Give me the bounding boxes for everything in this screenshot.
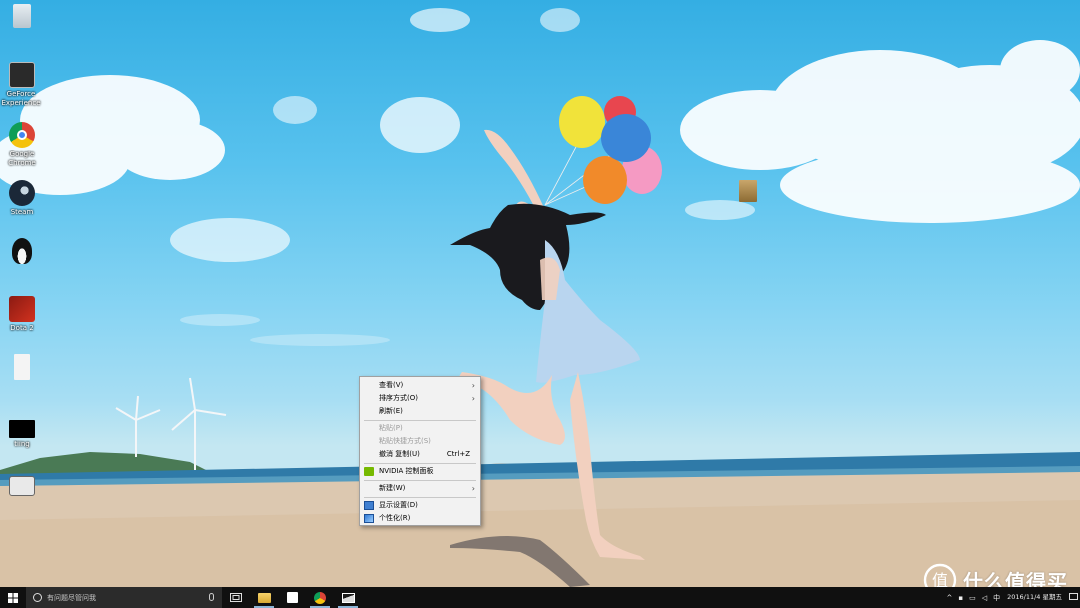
nvidia-icon [364,467,374,476]
personalize-icon [364,514,374,523]
display-icon [364,501,374,510]
microphone-icon[interactable] [209,593,214,601]
steam-icon [9,180,35,206]
menu-item-personalize[interactable]: 个性化(R) [360,512,480,525]
desktop-icon-chrome[interactable]: Google Chrome [0,122,44,168]
system-tray: ^ ▪ ▭ ◁ 中 2016/11/4 星期五 [943,587,1080,608]
ime-indicator[interactable]: 中 [993,593,1000,603]
menu-item-paste-shortcut: 粘贴快捷方式(S) [360,435,480,448]
menu-separator [364,462,476,464]
desktop-icon-tiing[interactable]: tiing [0,420,44,449]
dota2-icon [9,296,35,322]
taskbar-store[interactable] [278,587,306,608]
recycle-bin-icon [13,4,31,28]
menu-item-sort-by[interactable]: 排序方式(O) › [360,392,480,405]
store-icon [286,592,298,603]
qq-penguin-icon [12,238,32,264]
desktop-wallpaper [0,0,1080,587]
menu-item-label: 查看(V) [379,381,404,389]
menu-item-label: 新建(W) [379,484,406,492]
chrome-icon [314,591,326,604]
start-button[interactable] [0,587,26,608]
windows-logo-icon [8,592,18,603]
taskbar-chrome[interactable] [306,587,334,608]
geforce-icon [9,62,35,88]
submenu-arrow-icon: › [471,381,475,390]
menu-item-view[interactable]: 查看(V) › [360,379,480,392]
action-center-icon [1068,593,1078,600]
volume-icon[interactable]: ◁ [982,594,987,602]
task-view-icon [230,593,242,602]
menu-item-shortcut: Ctrl+Z [446,450,470,458]
desktop-icon-qq-file[interactable] [0,354,44,380]
chrome-icon [9,122,35,148]
menu-item-label: 显示设置(D) [379,501,418,509]
menu-item-label: 撤消 复制(U) [379,450,420,458]
desktop-icon-qq[interactable] [0,238,44,264]
desktop-icon-dota2[interactable]: Dota 2 [0,296,44,333]
task-view-button[interactable] [222,587,250,608]
menu-item-label: 排序方式(O) [379,394,418,402]
menu-item-nvidia-control-panel[interactable]: NVIDIA 控制面板 [360,465,480,478]
folder-icon [739,180,757,202]
menu-item-label: NVIDIA 控制面板 [379,467,434,475]
cortana-search-box[interactable]: 有问题尽管问我 [26,587,222,608]
menu-item-label: 刷新(E) [379,407,403,415]
wallpaper-art [0,8,1080,587]
show-hidden-icons-chevron-icon[interactable]: ^ [946,594,952,602]
menu-separator [364,496,476,498]
submenu-arrow-icon: › [471,484,475,493]
menu-item-label: 个性化(R) [379,514,411,522]
network-icon[interactable]: ▭ [969,594,976,602]
photos-icon [341,592,355,603]
menu-separator [364,479,476,481]
desktop-context-menu: 查看(V) › 排序方式(O) › 刷新(E) 粘贴(P) 粘贴快捷方式(S) … [359,376,481,526]
desktop-icon-label: GeForce Experience [1,90,41,107]
menu-separator [364,419,476,421]
taskbar-photos[interactable] [334,587,362,608]
desktop-icon-screenshot[interactable] [0,476,44,496]
menu-item-paste: 粘贴(P) [360,422,480,435]
recycle-bin-desktop-icon[interactable] [0,4,44,28]
desktop-icon-label: Google Chrome [8,150,36,167]
menu-item-undo-copy[interactable]: 撤消 复制(U) Ctrl+Z [360,448,480,461]
taskbar-clock[interactable]: 2016/11/4 星期五 [1007,593,1062,602]
menu-item-label: 粘贴(P) [379,424,403,432]
tiing-icon [9,420,35,438]
desktop-icon-new-folder[interactable] [726,180,770,202]
desktop-icon-geforce[interactable]: GeForce Experience [0,62,44,108]
action-center-button[interactable] [1066,587,1080,608]
cortana-icon [33,593,42,602]
desktop-icon-label: Dota 2 [10,324,34,332]
screenshot-file-icon [9,476,35,496]
menu-item-label: 粘贴快捷方式(S) [379,437,431,445]
file-explorer-icon [257,592,271,603]
menu-item-new[interactable]: 新建(W) › [360,482,480,495]
desktop-icon-steam[interactable]: Steam [0,180,44,217]
clock-date: 2016/11/4 星期五 [1007,593,1062,601]
submenu-arrow-icon: › [471,394,475,403]
image-file-icon [14,354,30,380]
menu-item-display-settings[interactable]: 显示设置(D) [360,499,480,512]
taskbar-file-explorer[interactable] [250,587,278,608]
desktop-icon-label: Steam [10,208,34,216]
tray-app-icon[interactable]: ▪ [958,594,963,602]
search-placeholder: 有问题尽管问我 [47,593,96,602]
taskbar: 有问题尽管问我 ^ ▪ ▭ ◁ 中 2016/11/4 星期五 [0,587,1080,608]
menu-item-refresh[interactable]: 刷新(E) [360,405,480,418]
desktop-icon-label: tiing [14,440,30,448]
